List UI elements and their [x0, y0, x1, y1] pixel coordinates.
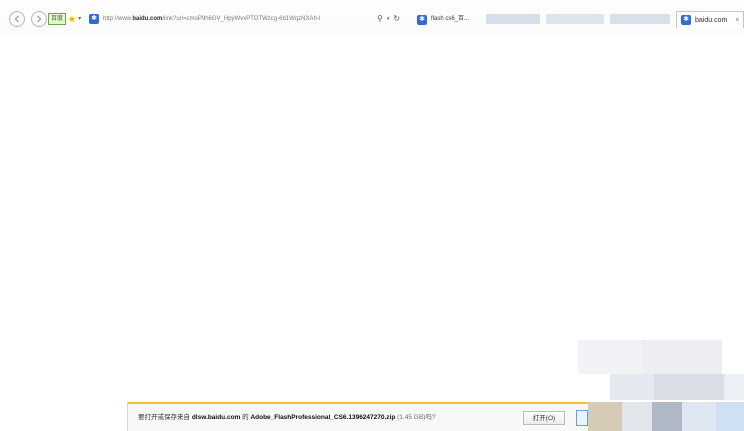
baidu-favicon-icon: ✱ — [417, 14, 427, 25]
tab-flash-cs6[interactable]: ✱ flash cs6_百... — [417, 13, 481, 26]
open-button[interactable]: 打开(O) — [523, 411, 565, 425]
url-prefix: http://www. — [103, 16, 133, 22]
tab-title: baidu.com — [695, 16, 728, 24]
blur-block — [682, 402, 716, 431]
baidu-favicon-icon: ✱ — [681, 15, 691, 25]
save-button[interactable] — [576, 410, 588, 426]
blur-block — [652, 402, 682, 431]
url-path: /link?url=cmoP9h6GV_HpyWvxPTOTWzcg-6b1Wq… — [162, 16, 321, 22]
blurred-tab[interactable] — [486, 14, 540, 24]
search-provider[interactable]: 百度 ★ ▾ — [48, 13, 81, 25]
blur-block — [654, 374, 724, 400]
refresh-icon[interactable]: ↻ — [393, 12, 400, 26]
close-icon[interactable]: × — [735, 12, 739, 29]
download-file-size: (1.45 GB)吗? — [397, 414, 436, 421]
blur-block — [622, 402, 652, 431]
address-bar[interactable]: ✱ http://www.baidu.com/link?url=cmoP9h6G… — [89, 12, 410, 26]
download-notification-bar: 要打开或保存来自 dlsw.baidu.com 的 Adobe_FlashPro… — [127, 402, 744, 431]
star-icon: ★ — [68, 14, 77, 24]
blur-block — [610, 374, 654, 400]
blur-block — [716, 402, 744, 431]
download-message: 要打开或保存来自 dlsw.baidu.com 的 Adobe_FlashPro… — [138, 413, 435, 423]
search-icon[interactable]: ⚲ — [377, 12, 383, 26]
dropdown-arrow-icon[interactable]: ▾ — [387, 12, 390, 26]
forward-button[interactable] — [31, 11, 47, 27]
arrow-left-icon — [14, 15, 19, 23]
download-source-domain: dlsw.baidu.com — [191, 414, 241, 421]
blur-block — [578, 340, 642, 374]
blur-block — [724, 374, 744, 400]
blur-block — [642, 340, 722, 374]
tab-baidu-active[interactable]: ✱ baidu.com × — [676, 11, 744, 28]
url-domain: baidu.com — [132, 16, 163, 22]
search-provider-label: 百度 — [48, 13, 67, 25]
chevron-down-icon[interactable]: ▾ — [78, 14, 81, 24]
arrow-right-icon — [37, 15, 42, 23]
download-message-prefix: 要打开或保存来自 — [138, 414, 190, 421]
blurred-tab[interactable] — [546, 14, 604, 24]
browser-toolbar: 百度 ★ ▾ ✱ http://www.baidu.com/link?url=c… — [0, 0, 744, 36]
address-url[interactable]: http://www.baidu.com/link?url=cmoP9h6GV_… — [103, 12, 373, 26]
tab-title: flash cs6_百... — [431, 16, 470, 22]
blurred-tab[interactable] — [610, 14, 670, 24]
baidu-favicon-icon: ✱ — [89, 14, 99, 24]
back-button[interactable] — [9, 11, 25, 27]
download-file-name: Adobe_FlashProfessional_CS6.1396247270.z… — [250, 414, 396, 421]
blur-block — [588, 402, 622, 431]
download-message-mid: 的 — [242, 414, 249, 421]
